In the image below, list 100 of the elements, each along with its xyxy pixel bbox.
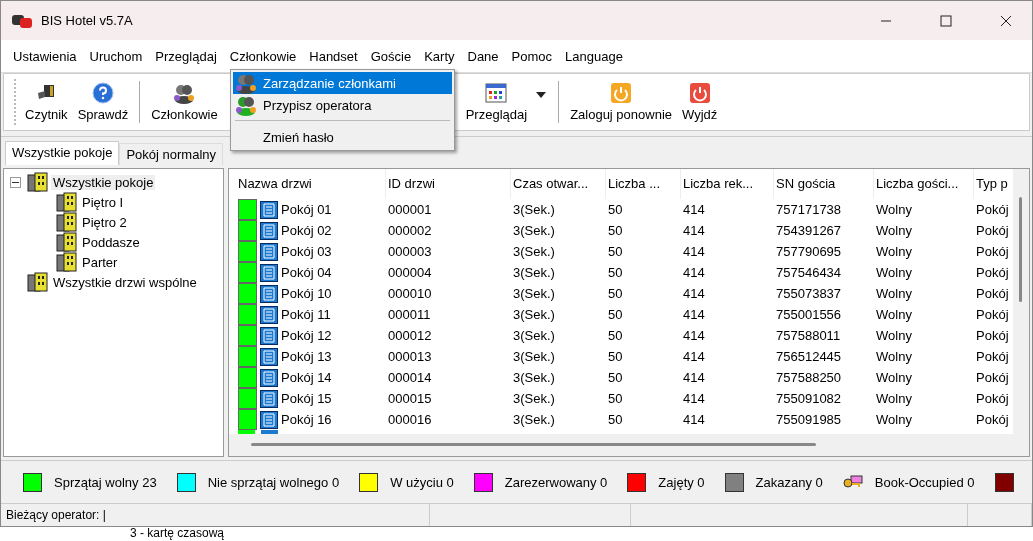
building-icon (56, 252, 78, 272)
table-cell: 000003 (388, 244, 432, 259)
table-cell: Pokój (976, 349, 1009, 364)
table-cell: 3(Sek.) (513, 328, 555, 343)
table-cell: Pokój 02 (281, 223, 332, 238)
table-cell: Wolny (876, 370, 912, 385)
table-cell: 3(Sek.) (513, 202, 555, 217)
column-header[interactable]: SN gościa (774, 169, 874, 199)
table-cell: 757546434 (776, 265, 842, 280)
table-cell: Wolny (876, 412, 912, 427)
table-cell: Wolny (876, 223, 912, 238)
status-label: Bieżący operator: (6, 508, 100, 522)
tab[interactable]: Wszystkie pokoje (5, 141, 120, 165)
menu-item[interactable]: Karty (424, 48, 455, 64)
menu-item[interactable]: Handset (309, 48, 358, 64)
table-cell: 755091985 (776, 412, 842, 427)
tree-item[interactable]: Wszystkie pokoje (51, 174, 156, 190)
door-icon (260, 200, 278, 219)
legend-label: Sprzątaj wolny 23 (54, 474, 157, 490)
people-icon (235, 72, 257, 94)
menu-item[interactable]: Uruchom (89, 48, 143, 64)
table-cell: 3(Sek.) (513, 412, 555, 427)
table-cell: 756512445 (776, 349, 842, 364)
door-icon (260, 221, 278, 240)
table-cell: 414 (683, 370, 705, 385)
table-cell: 50 (608, 349, 623, 364)
tab[interactable]: Pokój normalny (119, 143, 224, 165)
collapse-icon[interactable] (10, 176, 21, 188)
legend-label: Book-Occupied 0 (874, 474, 975, 490)
table-cell: 414 (683, 328, 705, 343)
menu-item[interactable]: Pomoc (511, 48, 553, 64)
toolbar-button[interactable]: Członkowie (146, 80, 223, 124)
toolbar-button[interactable]: Przeglądaj (460, 80, 533, 124)
column-header[interactable]: Liczba gości... (874, 169, 974, 199)
table-cell: 000016 (388, 412, 432, 427)
table-cell: 754391267 (776, 223, 842, 238)
vertical-scrollbar[interactable] (1013, 169, 1029, 456)
table-cell: 50 (608, 265, 623, 280)
menu-item[interactable]: Ustawienia (13, 48, 77, 64)
table-cell: 414 (683, 265, 705, 280)
door-icon (260, 326, 278, 345)
menu-item[interactable]: Goście (370, 48, 412, 64)
table-cell: 50 (608, 370, 623, 385)
power-icon (689, 82, 710, 104)
tree-item[interactable]: Parter (80, 254, 120, 270)
building-icon (27, 172, 49, 192)
table-cell: 414 (683, 391, 705, 406)
table-cell: 3(Sek.) (513, 307, 555, 322)
table-cell: 000002 (388, 223, 432, 238)
status-value: | (102, 508, 106, 522)
table-cell: 000012 (388, 328, 432, 343)
table-cell: 000014 (388, 370, 432, 385)
menu-item[interactable]: Dane (467, 48, 499, 64)
table-cell: Pokój (976, 244, 1009, 259)
column-header[interactable]: ID drzwi (386, 169, 511, 199)
toolbar-button[interactable]: Zaloguj ponownie (565, 80, 678, 124)
table-cell: 50 (608, 328, 623, 343)
building-icon (27, 272, 49, 292)
menu-item[interactable]: Language (565, 48, 623, 64)
table-cell: Pokój 04 (281, 265, 332, 280)
building-icon (56, 192, 78, 212)
menu-item[interactable]: Zmień hasło (233, 126, 452, 148)
people-icon (235, 94, 257, 116)
table-cell: 000010 (388, 286, 432, 301)
table-cell: Pokój 03 (281, 244, 332, 259)
table-cell: Pokój 15 (281, 391, 332, 406)
table-cell: Pokój 11 (281, 307, 331, 322)
menu-item[interactable]: Przeglądaj (155, 48, 217, 64)
tree-item[interactable]: Poddasze (80, 234, 142, 250)
menu-item[interactable]: Zarządzanie członkami (233, 72, 452, 94)
menu-item[interactable]: Przypisz operatora (233, 94, 452, 116)
table-cell: Wolny (876, 328, 912, 343)
caret-icon[interactable] (536, 92, 547, 98)
menu-item[interactable]: Członkowie (229, 48, 297, 64)
table-cell: Wolny (876, 349, 912, 364)
table-cell: Pokój (976, 286, 1009, 301)
tree-item[interactable]: Wszystkie drzwi wspólne (51, 274, 199, 290)
tree-item[interactable]: Piętro 2 (80, 214, 129, 230)
table-cell: 3(Sek.) (513, 286, 555, 301)
maximize-icon[interactable] (940, 14, 952, 27)
table-cell: Pokój 01 (281, 202, 332, 217)
column-header[interactable]: Czas otwar... (511, 169, 606, 199)
people-icon (173, 82, 196, 104)
table-cell: 50 (608, 412, 623, 427)
table-cell: 3(Sek.) (513, 244, 555, 259)
table-cell: 414 (683, 202, 705, 217)
toolbar-button[interactable]: Wyjdź (677, 80, 723, 124)
table-cell: 50 (608, 286, 623, 301)
table-cell: Wolny (876, 391, 912, 406)
tree-item[interactable]: Piętro I (80, 194, 126, 210)
close-icon[interactable] (1000, 14, 1012, 27)
horizontal-scrollbar[interactable] (229, 434, 1013, 456)
door-icon (260, 347, 278, 366)
legend-label: W użyciu 0 (390, 474, 454, 490)
toolbar-button[interactable]: Czytnik (20, 80, 73, 124)
background-text: 3 - kartę czasową (130, 527, 225, 540)
column-header[interactable]: Liczba ... (606, 169, 681, 199)
table-cell: 000015 (388, 391, 432, 406)
toolbar-button[interactable]: Sprawdź (72, 80, 134, 124)
column-header[interactable]: Liczba rek... (681, 169, 774, 199)
